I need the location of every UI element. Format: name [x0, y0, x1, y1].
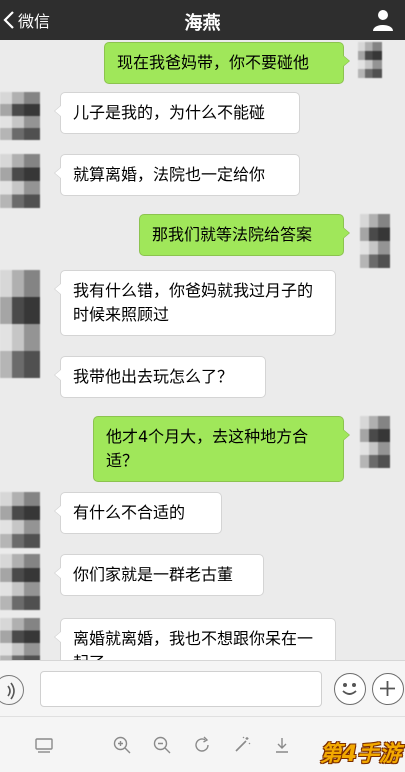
- emoji-button[interactable]: [334, 673, 366, 705]
- chat-area: 现在我爸妈带，你不要碰他 儿子是我的，为什么不能碰 就算离婚，法院也一定给你 那…: [0, 40, 405, 660]
- keyboard-icon[interactable]: [34, 735, 54, 755]
- profile-icon[interactable]: [371, 8, 395, 32]
- message-bubble[interactable]: 儿子是我的，为什么不能碰: [54, 92, 300, 134]
- chat-title: 海燕: [184, 13, 221, 34]
- message-bubble[interactable]: 离婚就离婚，我也不想跟你呆在一起了: [54, 618, 336, 660]
- magic-wand-icon[interactable]: [232, 735, 252, 755]
- smiley-icon: [342, 683, 357, 695]
- message-sent: 他才4个月大，去这种地方合适？: [93, 416, 390, 482]
- message-received: 就算离婚，法院也一定给你: [0, 154, 300, 208]
- contact-avatar[interactable]: [0, 92, 40, 140]
- my-avatar[interactable]: [358, 42, 382, 78]
- message-input[interactable]: [40, 671, 322, 707]
- voice-icon: [7, 682, 15, 700]
- message-bubble[interactable]: 你们家就是一群老古董: [54, 554, 264, 596]
- message-sent: 那我们就等法院给答案: [139, 214, 390, 268]
- zoom-out-icon[interactable]: [152, 735, 172, 755]
- voice-input-button[interactable]: [0, 675, 24, 705]
- contact-avatar[interactable]: [0, 270, 40, 378]
- my-avatar[interactable]: [360, 416, 390, 468]
- top-nav-bar: 微信 海燕: [0, 0, 405, 40]
- message-bubble[interactable]: 就算离婚，法院也一定给你: [54, 154, 300, 196]
- message-bubble[interactable]: 我有什么错，你爸妈就我过月子的时候来照顾过: [54, 270, 336, 336]
- my-avatar[interactable]: [360, 214, 390, 268]
- contact-avatar[interactable]: [0, 492, 40, 548]
- message-sent: 现在我爸妈带，你不要碰他: [104, 42, 382, 84]
- site-watermark: 第4手游: [319, 742, 401, 767]
- zoom-in-icon[interactable]: [112, 735, 132, 755]
- message-received: 你们家就是一群老古董: [0, 554, 264, 610]
- download-icon[interactable]: [272, 735, 292, 755]
- message-received: 离婚就离婚，我也不想跟你呆在一起了: [0, 618, 336, 660]
- bottom-toolbar: 第4手游: [0, 716, 405, 772]
- message-received: 我带他出去玩怎么了？: [54, 356, 266, 398]
- rotate-icon[interactable]: [192, 735, 212, 755]
- message-received: 有什么不合适的: [0, 492, 222, 548]
- message-bubble[interactable]: 他才4个月大，去这种地方合适？: [93, 416, 350, 482]
- plus-icon: [380, 681, 395, 696]
- message-bubble[interactable]: 我带他出去玩怎么了？: [54, 356, 266, 398]
- more-options-button[interactable]: [372, 673, 404, 705]
- contact-avatar[interactable]: [0, 618, 40, 660]
- contact-avatar[interactable]: [0, 554, 40, 610]
- message-received: 儿子是我的，为什么不能碰: [0, 92, 300, 140]
- contact-avatar[interactable]: [0, 154, 40, 208]
- input-bar: [0, 660, 405, 716]
- message-bubble[interactable]: 现在我爸妈带，你不要碰他: [104, 42, 350, 84]
- message-bubble[interactable]: 那我们就等法院给答案: [139, 214, 350, 256]
- message-bubble[interactable]: 有什么不合适的: [54, 492, 222, 534]
